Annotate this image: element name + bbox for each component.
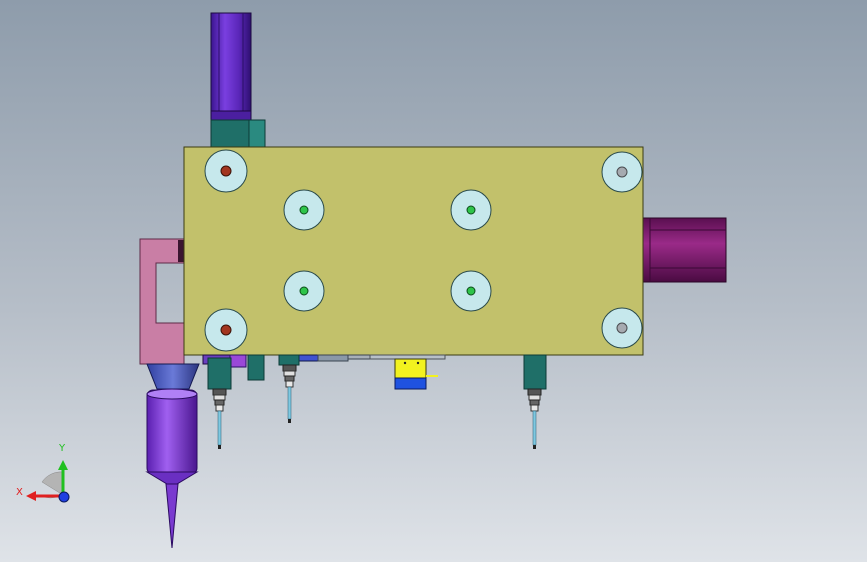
spindle-tool[interactable] [145, 363, 200, 549]
triad-y-arrow [58, 460, 68, 470]
hole-red-bottom-left [204, 308, 248, 352]
probe-left[interactable] [207, 357, 232, 449]
cad-viewport[interactable]: X Y [0, 0, 867, 562]
hole-gray-bottom-right [601, 307, 643, 349]
hole-green-3 [283, 270, 325, 312]
pink-bracket[interactable] [139, 238, 185, 365]
model-view[interactable] [0, 0, 867, 562]
top-motor[interactable] [210, 12, 266, 148]
label-block[interactable] [394, 358, 438, 390]
mounting-plate[interactable] [183, 146, 644, 356]
hole-gray-top-right [601, 151, 643, 193]
hole-green-4 [450, 270, 492, 312]
coordinate-triad[interactable] [26, 460, 70, 503]
probe-right[interactable] [523, 354, 547, 449]
triad-y-label: Y [59, 443, 66, 454]
hole-green-2 [450, 189, 492, 231]
triad-x-arrow [26, 491, 36, 501]
hole-red-top-left [204, 149, 248, 193]
hole-green-1 [283, 189, 325, 231]
triad-z-axis [58, 491, 70, 503]
side-motor[interactable] [642, 217, 727, 283]
probe-middle[interactable] [278, 354, 300, 423]
triad-x-label: X [16, 487, 23, 498]
